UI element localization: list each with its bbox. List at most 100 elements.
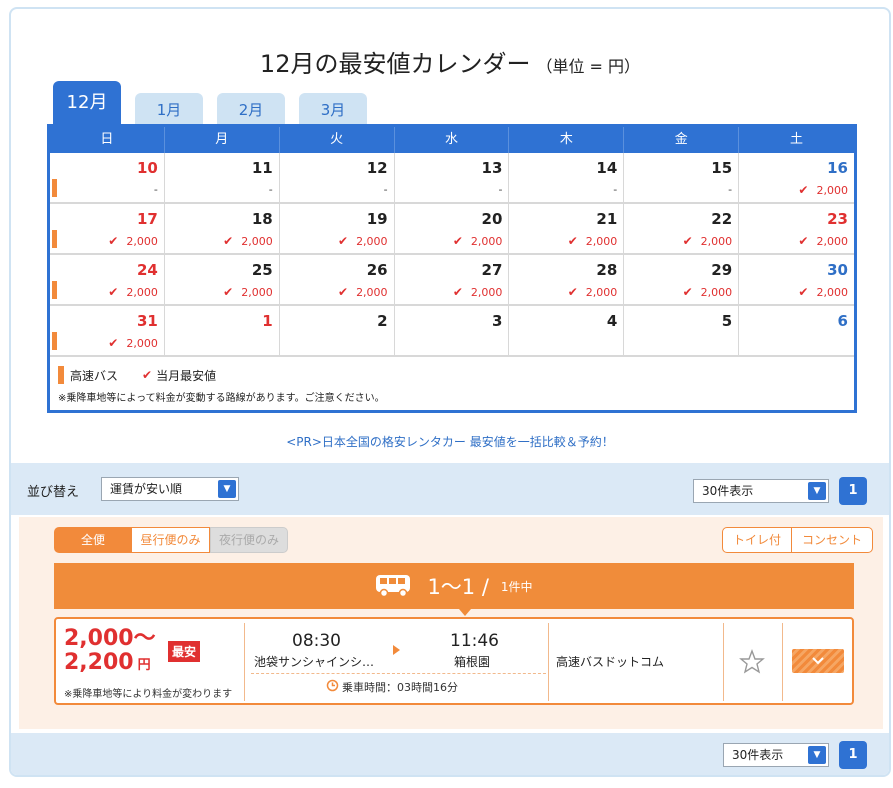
calendar-day-cell-sun[interactable]: 17 ✔ 2,000 xyxy=(50,204,165,253)
calendar-unit: （単位 = 円） xyxy=(536,57,641,76)
day-price-value: 2,000 xyxy=(816,286,848,299)
day-price-value: - xyxy=(268,183,273,196)
day-price: - xyxy=(384,183,388,196)
calendar-day-cell-fri[interactable]: 5 xyxy=(624,306,740,355)
check-icon: ✔ xyxy=(108,234,119,248)
tab-december[interactable]: 12月 xyxy=(53,81,121,127)
day-price-value: - xyxy=(613,183,618,196)
result-total: 1件中 xyxy=(500,579,533,594)
sort-select[interactable]: 運賃が安い順 ▼ xyxy=(101,477,239,501)
calendar-day-cell-thu[interactable]: 4 xyxy=(509,306,625,355)
arrival-time: 11:46 xyxy=(450,631,499,651)
check-icon: ✔ xyxy=(338,234,349,248)
calendar-day-cell-fri[interactable]: 15 - xyxy=(624,153,740,202)
tab-january[interactable]: 1月 xyxy=(135,93,203,127)
filter-night-button[interactable]: 夜行便のみ xyxy=(210,527,288,553)
calendar-day-cell-sat[interactable]: 23 ✔ 2,000 xyxy=(739,204,854,253)
day-price-value: 2,000 xyxy=(816,184,848,197)
day-price-value: 2,000 xyxy=(816,235,848,248)
bus-legend-swatch xyxy=(58,366,64,384)
per-page-value: 30件表示 xyxy=(702,484,754,498)
calendar-body: 10-11-12-13-14-15-16 ✔ 2,000 17 ✔ 2,000 18 ✔ 2,0… xyxy=(50,153,854,357)
calendar-day-cell-mon[interactable]: 11 - xyxy=(165,153,280,202)
day-number: 27 xyxy=(481,261,503,279)
tab-february[interactable]: 2月 xyxy=(217,93,285,127)
calendar-day-cell-wed[interactable]: 3 xyxy=(395,306,510,355)
filter-toilet-button[interactable]: トイレ付 xyxy=(721,527,792,553)
calendar-day-cell-wed[interactable]: 27 ✔ 2,000 xyxy=(395,255,510,304)
day-price: ✔ 2,000 xyxy=(798,183,848,197)
check-icon: ✔ xyxy=(682,285,693,299)
time-filter-group: 全便 昼行便のみ 夜行便のみ xyxy=(54,527,288,553)
day-price: ✔ 2,000 xyxy=(568,285,618,299)
calendar-day-cell-fri[interactable]: 22 ✔ 2,000 xyxy=(624,204,740,253)
tab-march[interactable]: 3月 xyxy=(299,93,367,127)
sort-label: 並び替え xyxy=(27,485,80,500)
day-price: ✔ 2,000 xyxy=(223,234,273,248)
filter-day-button[interactable]: 昼行便のみ xyxy=(132,527,210,553)
divider xyxy=(251,673,546,674)
per-page-select[interactable]: 30件表示 ▼ xyxy=(693,479,829,503)
arrow-right-icon xyxy=(393,645,400,655)
calendar-day-cell-sun[interactable]: 31 ✔ 2,000 xyxy=(50,306,165,355)
calendar-day-cell-thu[interactable]: 21 ✔ 2,000 xyxy=(509,204,625,253)
calendar-day-cell-tue[interactable]: 26 ✔ 2,000 xyxy=(280,255,395,304)
day-price-value: 2,000 xyxy=(585,235,618,248)
day-price: ✔ 2,000 xyxy=(798,285,848,299)
result-range: 1〜1 / xyxy=(427,575,489,599)
check-icon: ✔ xyxy=(108,285,119,299)
star-icon[interactable] xyxy=(739,649,765,675)
day-price: ✔ 2,000 xyxy=(453,234,503,248)
pr-rental-car-link[interactable]: <PR>日本全国の格安レンタカー 最安値を一括比較＆予約！ xyxy=(11,433,889,450)
expand-details-button[interactable] xyxy=(792,649,844,673)
per-page-select-bottom[interactable]: 30件表示 ▼ xyxy=(723,743,829,767)
filter-outlet-button[interactable]: コンセント xyxy=(791,527,873,553)
calendar-day-cell-wed[interactable]: 13 - xyxy=(395,153,510,202)
calendar-day-cell-tue[interactable]: 12 - xyxy=(280,153,395,202)
check-icon: ✔ xyxy=(798,183,809,197)
calendar-day-cell-sat[interactable]: 30 ✔ 2,000 xyxy=(739,255,854,304)
day-number: 20 xyxy=(481,210,503,228)
calendar-day-cell-sun[interactable]: 10 - xyxy=(50,153,165,202)
day-number: 26 xyxy=(366,261,388,279)
day-price: - xyxy=(613,183,617,196)
day-price-value: 2,000 xyxy=(356,235,388,248)
day-price-value: - xyxy=(498,183,503,196)
calendar-day-cell-fri[interactable]: 29 ✔ 2,000 xyxy=(624,255,740,304)
calendar-day-cell-sat[interactable]: 6 xyxy=(739,306,854,355)
day-number: 2 xyxy=(377,312,388,330)
calendar-day-cell-sun[interactable]: 24 ✔ 2,000 xyxy=(50,255,165,304)
calendar-day-cell-tue[interactable]: 19 ✔ 2,000 xyxy=(280,204,395,253)
calendar-day-cell-wed[interactable]: 20 ✔ 2,000 xyxy=(395,204,510,253)
day-price-value: - xyxy=(153,183,158,196)
divider xyxy=(782,623,783,701)
calendar-day-cell-mon[interactable]: 25 ✔ 2,000 xyxy=(165,255,280,304)
calendar-day-cell-mon[interactable]: 1 xyxy=(165,306,280,355)
check-icon: ✔ xyxy=(798,285,809,299)
day-price: ✔ 2,000 xyxy=(338,285,388,299)
filter-all-button[interactable]: 全便 xyxy=(54,527,132,553)
day-number: 15 xyxy=(711,159,733,177)
bottom-pagination-bar: 30件表示 ▼ 1 xyxy=(11,733,889,775)
day-price: ✔ 2,000 xyxy=(108,336,158,350)
day-number: 11 xyxy=(251,159,273,177)
calendar-grid: 日 月 火 水 木 金 土 10-11-12-13-14-15-16 ✔ 2,000… xyxy=(47,124,857,413)
calendar-day-cell-thu[interactable]: 28 ✔ 2,000 xyxy=(509,255,625,304)
day-price-value: - xyxy=(383,183,388,196)
calendar-day-cell-tue[interactable]: 2 xyxy=(280,306,395,355)
weekday-wed: 水 xyxy=(395,127,510,153)
day-price: - xyxy=(154,183,158,196)
cheapest-badge: 最安 xyxy=(168,641,201,662)
page-button-1[interactable]: 1 xyxy=(839,477,867,505)
calendar-day-cell-thu[interactable]: 14 - xyxy=(509,153,625,202)
bus-company: 高速バスドットコム xyxy=(556,655,665,669)
calendar-day-cell-sat[interactable]: 16 ✔ 2,000 xyxy=(739,153,854,202)
page-button-1-bottom[interactable]: 1 xyxy=(839,741,867,769)
weekday-fri: 金 xyxy=(624,127,740,153)
result-card[interactable]: 2,000〜 2,200 円 最安 ※乗降車地等により料金が変わります 08:30… xyxy=(54,617,854,705)
day-price: ✔ 2,000 xyxy=(453,285,503,299)
result-count-bar: 1〜1 / 1件中 xyxy=(54,563,854,616)
day-number: 19 xyxy=(366,210,388,228)
calendar-day-cell-mon[interactable]: 18 ✔ 2,000 xyxy=(165,204,280,253)
check-icon: ✔ xyxy=(452,234,463,248)
